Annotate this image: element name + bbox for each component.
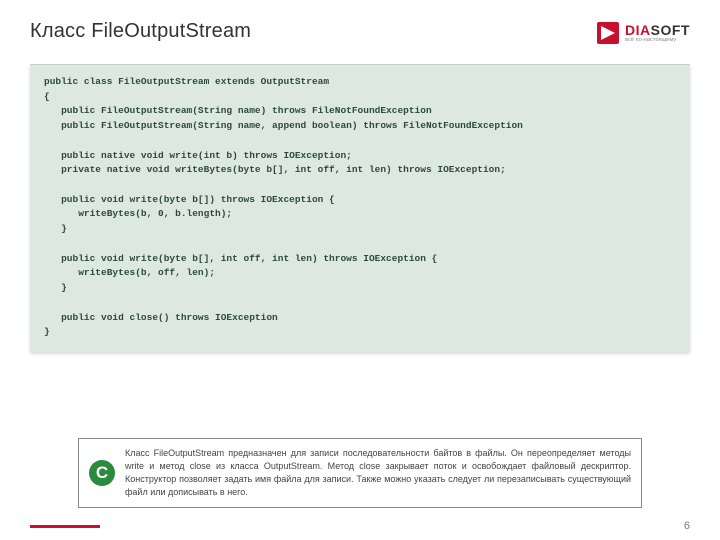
logo-brand-dia: DIA: [625, 22, 651, 38]
slide: Класс FileOutputStream DIASOFT всё по-на…: [0, 0, 720, 540]
logo-mark-icon: [595, 20, 621, 46]
note-box: C Класс FileOutputStream предназначен дл…: [78, 438, 642, 508]
logo-brand: DIASOFT: [625, 23, 690, 37]
logo-tagline: всё по-настоящему: [625, 38, 690, 44]
code-block: public class FileOutputStream extends Ou…: [30, 64, 690, 352]
page-title: Класс FileOutputStream: [30, 20, 251, 43]
note-icon: C: [89, 460, 115, 486]
header: Класс FileOutputStream DIASOFT всё по-на…: [30, 20, 690, 46]
logo-text: DIASOFT всё по-настоящему: [625, 23, 690, 44]
note-text: Класс FileOutputStream предназначен для …: [125, 447, 631, 499]
logo-brand-soft: SOFT: [651, 22, 690, 38]
brand-logo: DIASOFT всё по-настоящему: [595, 20, 690, 46]
page-number: 6: [684, 520, 690, 532]
footer-accent: [30, 525, 100, 528]
